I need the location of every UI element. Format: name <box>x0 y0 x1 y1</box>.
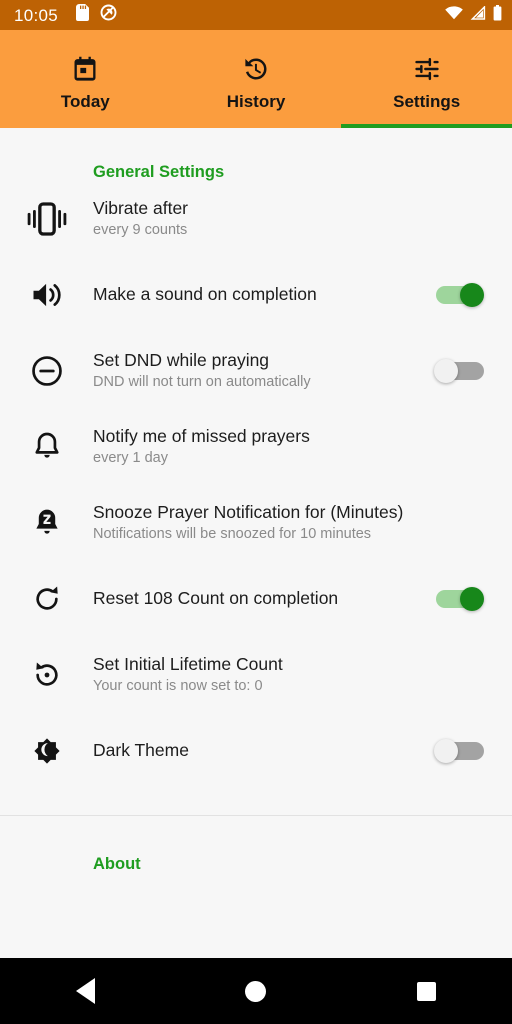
row-snooze-text: Snooze Prayer Notification for (Minutes)… <box>93 502 488 544</box>
row-title: Set DND while praying <box>93 349 270 370</box>
row-make-sound-text: Make a sound on completion <box>93 284 422 305</box>
tab-history[interactable]: History <box>171 30 342 128</box>
row-set-initial-count-text: Set Initial Lifetime Count Your count is… <box>93 654 488 696</box>
tune-sliders-icon <box>413 54 441 84</box>
toggle-set-dnd[interactable] <box>432 354 488 388</box>
row-reset-108-count[interactable]: Reset 108 Count on completion <box>0 561 512 637</box>
row-subtitle: every 9 counts <box>93 222 188 239</box>
calendar-icon <box>71 54 99 84</box>
toggle-dark-theme[interactable] <box>432 734 488 768</box>
restore-history-icon <box>0 659 93 691</box>
status-bar-clock: 10:05 <box>14 5 59 25</box>
refresh-icon <box>0 583 93 615</box>
tab-settings[interactable]: Settings <box>341 30 512 128</box>
toggle-thumb <box>434 358 458 383</box>
nav-recents-button[interactable] <box>387 958 467 1024</box>
volume-up-icon <box>0 277 93 313</box>
dnd-off-icon <box>100 4 117 26</box>
toggle-thumb <box>460 586 484 611</box>
row-subtitle: every 1 day <box>93 450 168 467</box>
row-title: Make a sound on completion <box>93 284 317 305</box>
row-title: Dark Theme <box>93 740 189 761</box>
tab-history-label: History <box>226 92 286 111</box>
status-bar-right-icons <box>445 4 502 26</box>
row-notify-missed-prayers[interactable]: Notify me of missed prayers every 1 day <box>0 409 512 485</box>
notification-snooze-icon <box>0 506 93 540</box>
brightness-dark-icon <box>0 734 93 768</box>
vibration-icon <box>0 199 93 239</box>
tab-today[interactable]: Today <box>0 30 171 128</box>
nav-back-button[interactable] <box>45 958 125 1024</box>
row-dark-theme-text: Dark Theme <box>93 740 422 761</box>
history-clock-icon <box>242 54 270 84</box>
row-set-initial-lifetime-count[interactable]: Set Initial Lifetime Count Your count is… <box>0 637 512 713</box>
home-circle-icon <box>245 980 267 1002</box>
tab-today-label: Today <box>60 92 110 111</box>
wifi-icon <box>445 5 463 25</box>
tab-bar: Today History Settings <box>0 30 512 128</box>
row-title: Set Initial Lifetime Count <box>93 653 283 674</box>
row-set-dnd-text: Set DND while praying DND will not turn … <box>93 350 422 392</box>
settings-content: General Settings Vibrate after every 9 c… <box>0 128 512 958</box>
status-bar-left-icons <box>76 4 117 26</box>
back-triangle-icon <box>75 978 95 1004</box>
battery-icon <box>493 4 502 26</box>
row-notify-missed-text: Notify me of missed prayers every 1 day <box>93 426 488 468</box>
row-make-sound-on-completion[interactable]: Make a sound on completion <box>0 257 512 333</box>
row-title: Snooze Prayer Notification for (Minutes) <box>93 501 404 522</box>
row-subtitle: Your count is now set to: 0 <box>93 678 263 695</box>
toggle-make-sound[interactable] <box>432 278 488 312</box>
recents-square-icon <box>417 981 437 1001</box>
cellular-signal-icon <box>470 4 486 25</box>
android-nav-bar <box>0 958 512 1024</box>
toggle-reset-108[interactable] <box>432 582 488 616</box>
row-reset-108-text: Reset 108 Count on completion <box>93 588 422 609</box>
toggle-thumb <box>434 738 458 763</box>
row-title: Vibrate after <box>93 197 189 218</box>
section-header-general: General Settings <box>93 163 225 181</box>
nav-home-button[interactable] <box>216 958 296 1024</box>
row-set-dnd-while-praying[interactable]: Set DND while praying DND will not turn … <box>0 333 512 409</box>
row-title: Notify me of missed prayers <box>93 425 310 446</box>
row-subtitle: Notifications will be snoozed for 10 min… <box>93 526 372 543</box>
bell-icon <box>0 430 93 464</box>
tab-settings-label: Settings <box>393 92 461 111</box>
section-header-about: About <box>93 854 141 873</box>
row-snooze-prayer-notification[interactable]: Snooze Prayer Notification for (Minutes)… <box>0 485 512 561</box>
row-vibrate-after-text: Vibrate after every 9 counts <box>93 198 488 240</box>
sd-card-icon <box>76 4 90 26</box>
row-subtitle: DND will not turn on automatically <box>93 374 311 391</box>
toggle-thumb <box>460 282 484 307</box>
app-screen: 10:05 Today History Settings General Set… <box>0 0 512 1024</box>
status-bar: 10:05 <box>0 0 512 30</box>
do-not-disturb-icon <box>0 354 93 388</box>
row-vibrate-after[interactable]: Vibrate after every 9 counts <box>0 181 512 257</box>
row-title: Reset 108 Count on completion <box>93 588 339 609</box>
row-dark-theme[interactable]: Dark Theme <box>0 713 512 789</box>
